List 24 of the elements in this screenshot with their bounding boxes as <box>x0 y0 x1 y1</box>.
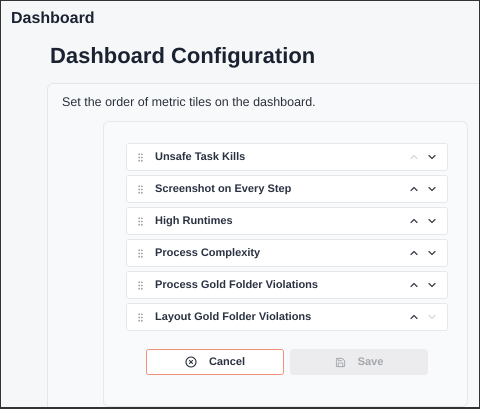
tile-label: Screenshot on Every Step <box>155 183 292 195</box>
drag-handle-icon[interactable] <box>135 248 146 258</box>
drag-handle-icon[interactable] <box>135 216 146 226</box>
drag-handle-icon[interactable] <box>135 184 146 194</box>
save-icon <box>334 356 346 368</box>
tile-row[interactable]: Unsafe Task Kills <box>126 143 448 171</box>
cancel-button[interactable]: Cancel <box>146 349 284 375</box>
tile-label: High Runtimes <box>155 215 234 227</box>
tile-label: Unsafe Task Kills <box>155 151 246 163</box>
tile-row[interactable]: Layout Gold Folder Violations <box>126 303 448 331</box>
page-heading: Dashboard Configuration <box>50 43 316 69</box>
tile-row[interactable]: High Runtimes <box>126 207 448 235</box>
tile-row[interactable]: Screenshot on Every Step <box>126 175 448 203</box>
tile-label: Process Gold Folder Violations <box>155 279 320 291</box>
drag-handle-icon[interactable] <box>135 312 146 322</box>
description-text: Set the order of metric tiles on the dashboard. <box>62 95 317 109</box>
drag-handle-icon[interactable] <box>135 280 146 290</box>
drag-handle-icon[interactable] <box>135 152 146 162</box>
cancel-icon <box>184 356 197 368</box>
tile-label: Layout Gold Folder Violations <box>155 311 312 323</box>
tile-label: Process Complexity <box>155 247 262 259</box>
page-title: Dashboard <box>10 9 96 28</box>
tile-row[interactable]: Process Complexity <box>126 239 448 267</box>
tile-row[interactable]: Process Gold Folder Violations <box>126 271 448 299</box>
